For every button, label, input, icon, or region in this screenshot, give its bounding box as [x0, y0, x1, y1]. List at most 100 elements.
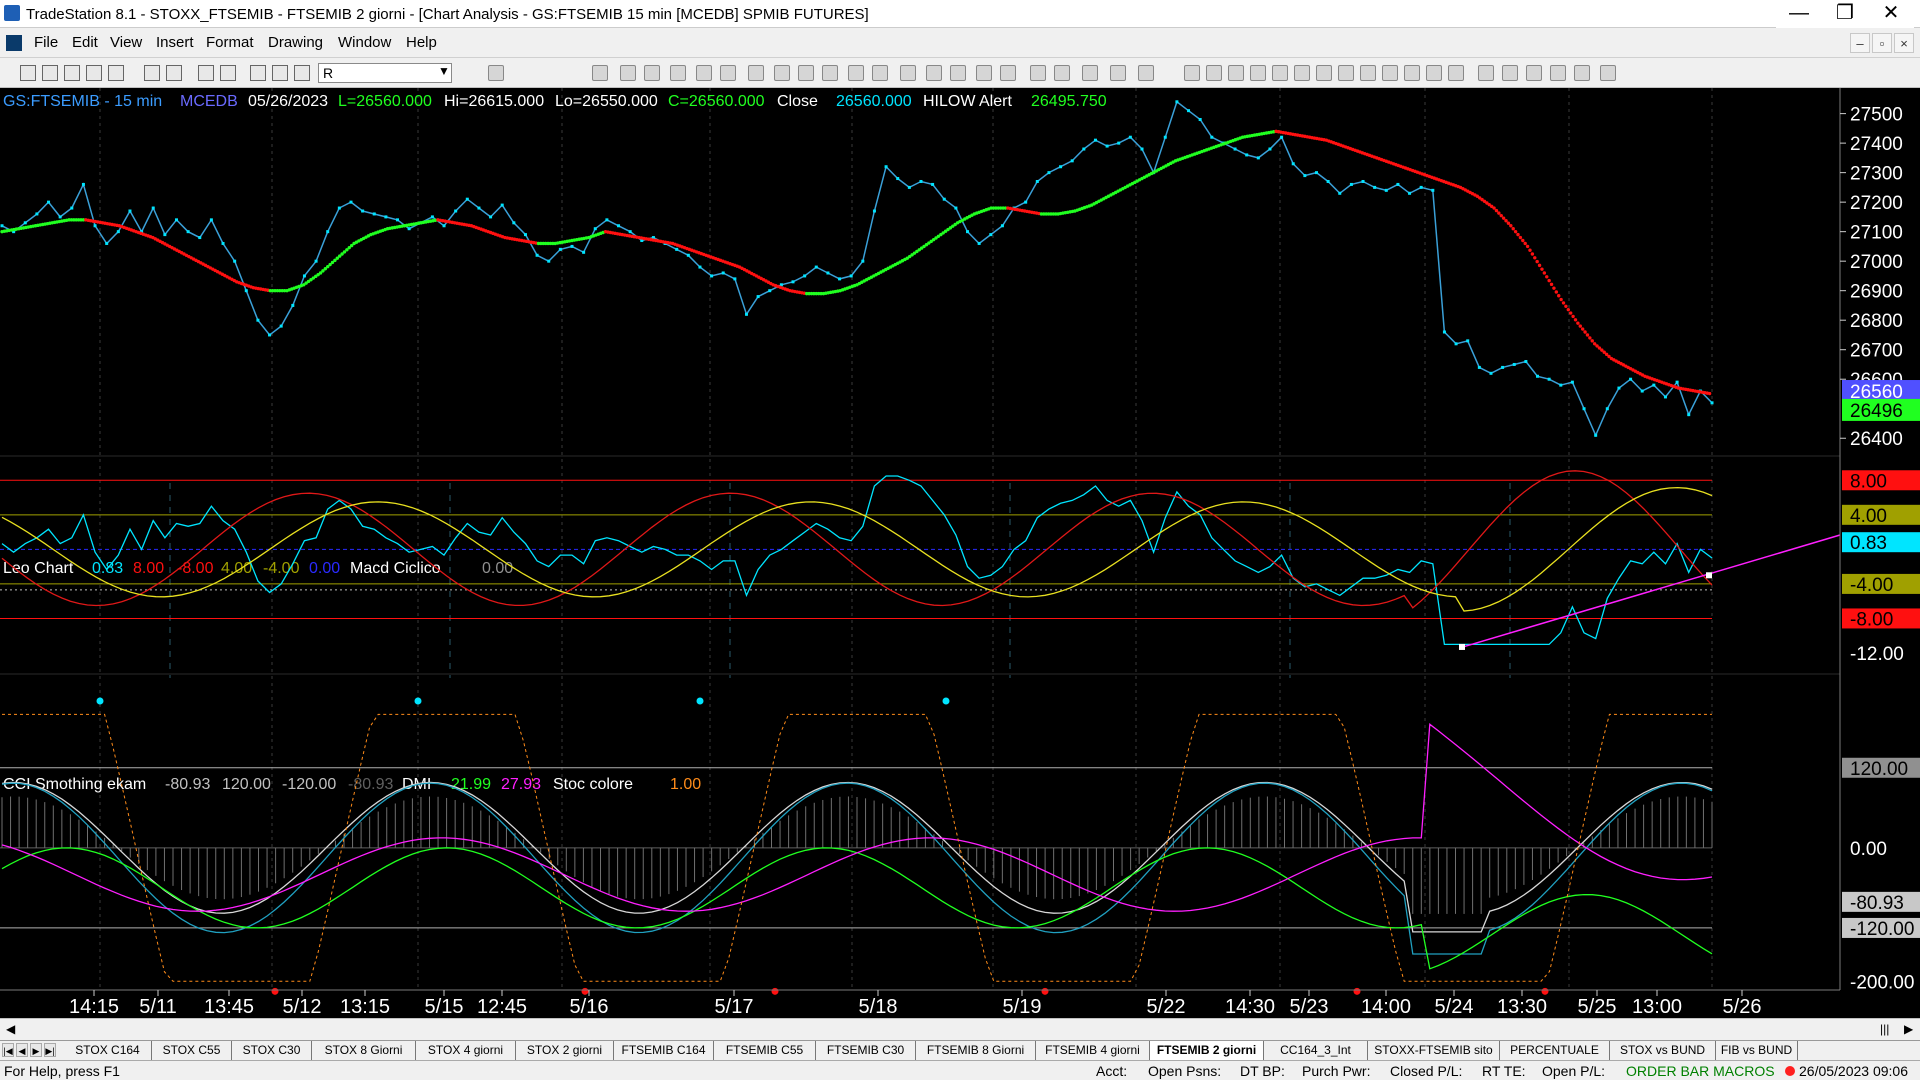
open-icon[interactable] — [42, 65, 58, 81]
menu-view[interactable]: View — [110, 34, 142, 51]
insert-indicator-icon[interactable] — [774, 65, 790, 81]
menu-insert[interactable]: Insert — [156, 34, 194, 51]
channel-icon[interactable] — [1294, 65, 1310, 81]
menu-edit[interactable]: Edit — [72, 34, 98, 51]
scroll-left-arrow-icon[interactable]: ◀ — [6, 1022, 15, 1036]
tab-nav-button[interactable]: ▶| — [44, 1043, 56, 1057]
zoom-in-icon[interactable] — [976, 65, 992, 81]
workspace-tab[interactable]: STOX 8 Giorni — [312, 1041, 416, 1060]
workspace-tab[interactable]: STOX C164 — [64, 1041, 152, 1060]
menu-help[interactable]: Help — [406, 34, 437, 51]
line-chart-icon[interactable] — [670, 65, 686, 81]
chart-analysis-window[interactable]: GS:FTSEMIB - 15 min MCEDB 05/26/2023 L=2… — [0, 88, 1920, 1018]
bar-spacing-decrease-icon[interactable] — [872, 65, 888, 81]
print-preview-icon[interactable] — [166, 65, 182, 81]
symbol-dropdown-icon[interactable]: ▼ — [438, 64, 450, 78]
candle-chart-icon[interactable] — [644, 65, 660, 81]
menu-window[interactable]: Window — [338, 34, 391, 51]
bar-spacing-icon[interactable] — [848, 65, 864, 81]
mdi-minimize-button[interactable]: – — [1850, 33, 1870, 53]
scroll-thumb-icon[interactable]: ||| — [1880, 1022, 1889, 1036]
tab-nav-button[interactable]: ◀ — [16, 1043, 28, 1057]
analysis-icon[interactable] — [250, 65, 266, 81]
gann-fan-icon[interactable] — [1272, 65, 1288, 81]
horizontal-scrollbar[interactable]: ◀ ||| ▶ — [0, 1018, 1920, 1040]
lock-icon[interactable] — [1138, 65, 1154, 81]
curve-icon[interactable] — [1478, 65, 1494, 81]
workspace-tab[interactable]: STOX C55 — [152, 1041, 232, 1060]
percent-line-icon[interactable] — [1382, 65, 1398, 81]
ellipse-icon[interactable] — [1550, 65, 1566, 81]
workspace-tab[interactable]: FTSEMIB 8 Giorni — [916, 1041, 1036, 1060]
text-icon[interactable] — [1600, 65, 1616, 81]
cycle-icon[interactable] — [1426, 65, 1442, 81]
price-panel[interactable] — [0, 100, 1714, 438]
restore-button[interactable]: ❐ — [1822, 0, 1868, 28]
workspace-tab[interactable]: FTSEMIB 4 giorni — [1036, 1041, 1150, 1060]
cci-panel[interactable] — [0, 697, 1713, 995]
menu-format[interactable]: Format — [206, 34, 254, 51]
link-icon[interactable] — [294, 65, 310, 81]
status-macros[interactable]: ORDER BAR MACROS — [1626, 1063, 1775, 1079]
bar-chart-icon[interactable] — [620, 65, 636, 81]
tab-nav-button[interactable]: |◀ — [2, 1043, 14, 1057]
data-window-icon[interactable] — [822, 65, 838, 81]
symbol-lookup-icon[interactable] — [488, 65, 504, 81]
arc-icon[interactable] — [1404, 65, 1420, 81]
print-chart-icon[interactable] — [1110, 65, 1126, 81]
new-icon[interactable] — [20, 65, 36, 81]
tile-icon[interactable] — [220, 65, 236, 81]
vertical-line-icon[interactable] — [1228, 65, 1244, 81]
speed-lines-icon[interactable] — [1360, 65, 1376, 81]
workspace-tab[interactable]: FTSEMIB C164 — [614, 1041, 714, 1060]
tab-nav-button[interactable]: ▶ — [30, 1043, 42, 1057]
color-icon[interactable] — [272, 65, 288, 81]
properties-icon[interactable] — [1082, 65, 1098, 81]
workspace-tab[interactable]: PERCENTUALE — [1500, 1041, 1610, 1060]
format-symbol-icon[interactable] — [748, 65, 764, 81]
fibonacci-icon[interactable] — [1250, 65, 1266, 81]
chart-style-icon[interactable] — [592, 65, 608, 81]
menu-file[interactable]: File — [34, 34, 58, 51]
rectangle-icon[interactable] — [1574, 65, 1590, 81]
mdi-restore-button[interactable]: ▫ — [1872, 33, 1892, 53]
trendline-icon[interactable] — [1184, 65, 1200, 81]
open-workspace-icon[interactable] — [64, 65, 80, 81]
chart-canvas[interactable]: GS:FTSEMIB - 15 min MCEDB 05/26/2023 L=2… — [0, 88, 1920, 1018]
workspace-tab[interactable]: CC164_3_Int — [1264, 1041, 1368, 1060]
bar-spacing-increase-icon[interactable] — [900, 65, 916, 81]
scroll-right-arrow-icon[interactable]: ▶ — [1904, 1022, 1913, 1036]
pointer-icon[interactable] — [1030, 65, 1046, 81]
workspace-tab[interactable]: STOX 4 giorni — [416, 1041, 516, 1060]
menu-drawing[interactable]: Drawing — [268, 34, 323, 51]
price-axis[interactable]: 27500 27400 27300 27200 27100 27000 26900 26800… — [1839, 88, 1920, 993]
cascade-icon[interactable] — [198, 65, 214, 81]
mdi-close-button[interactable]: × — [1894, 33, 1914, 53]
insert-strategy-icon[interactable] — [798, 65, 814, 81]
save-icon[interactable] — [108, 65, 124, 81]
arrow-down-icon[interactable] — [1502, 65, 1518, 81]
regression-icon[interactable] — [1316, 65, 1332, 81]
workspace-tab[interactable]: FIB vs BUND — [1716, 1041, 1798, 1060]
horizontal-line-icon[interactable] — [1206, 65, 1222, 81]
andrews-pitchfork-icon[interactable] — [1338, 65, 1354, 81]
symbol-input[interactable]: R — [318, 63, 452, 83]
dot-chart-icon[interactable] — [696, 65, 712, 81]
new-workspace-icon[interactable] — [86, 65, 102, 81]
scroll-left-icon[interactable] — [926, 65, 942, 81]
close-button[interactable]: ✕ — [1868, 0, 1914, 28]
chart-document-icon[interactable] — [6, 35, 22, 51]
scroll-right-icon[interactable] — [950, 65, 966, 81]
workspace-tab[interactable]: FTSEMIB C55 — [714, 1041, 816, 1060]
workspace-tab[interactable]: FTSEMIB C30 — [816, 1041, 916, 1060]
arrow-up-icon[interactable] — [1526, 65, 1542, 81]
print-icon[interactable] — [144, 65, 160, 81]
workspace-tab[interactable]: STOXX-FTSEMIB sito — [1368, 1041, 1500, 1060]
workspace-tab[interactable]: STOX 2 giorni — [516, 1041, 614, 1060]
drawing-object-icon[interactable] — [1054, 65, 1070, 81]
zoom-out-icon[interactable] — [1000, 65, 1016, 81]
refresh-icon[interactable] — [720, 65, 736, 81]
workspace-tab[interactable]: STOX C30 — [232, 1041, 312, 1060]
workspace-tab[interactable]: FTSEMIB 2 giorni — [1150, 1041, 1264, 1060]
minimize-button[interactable]: — — [1776, 0, 1822, 28]
